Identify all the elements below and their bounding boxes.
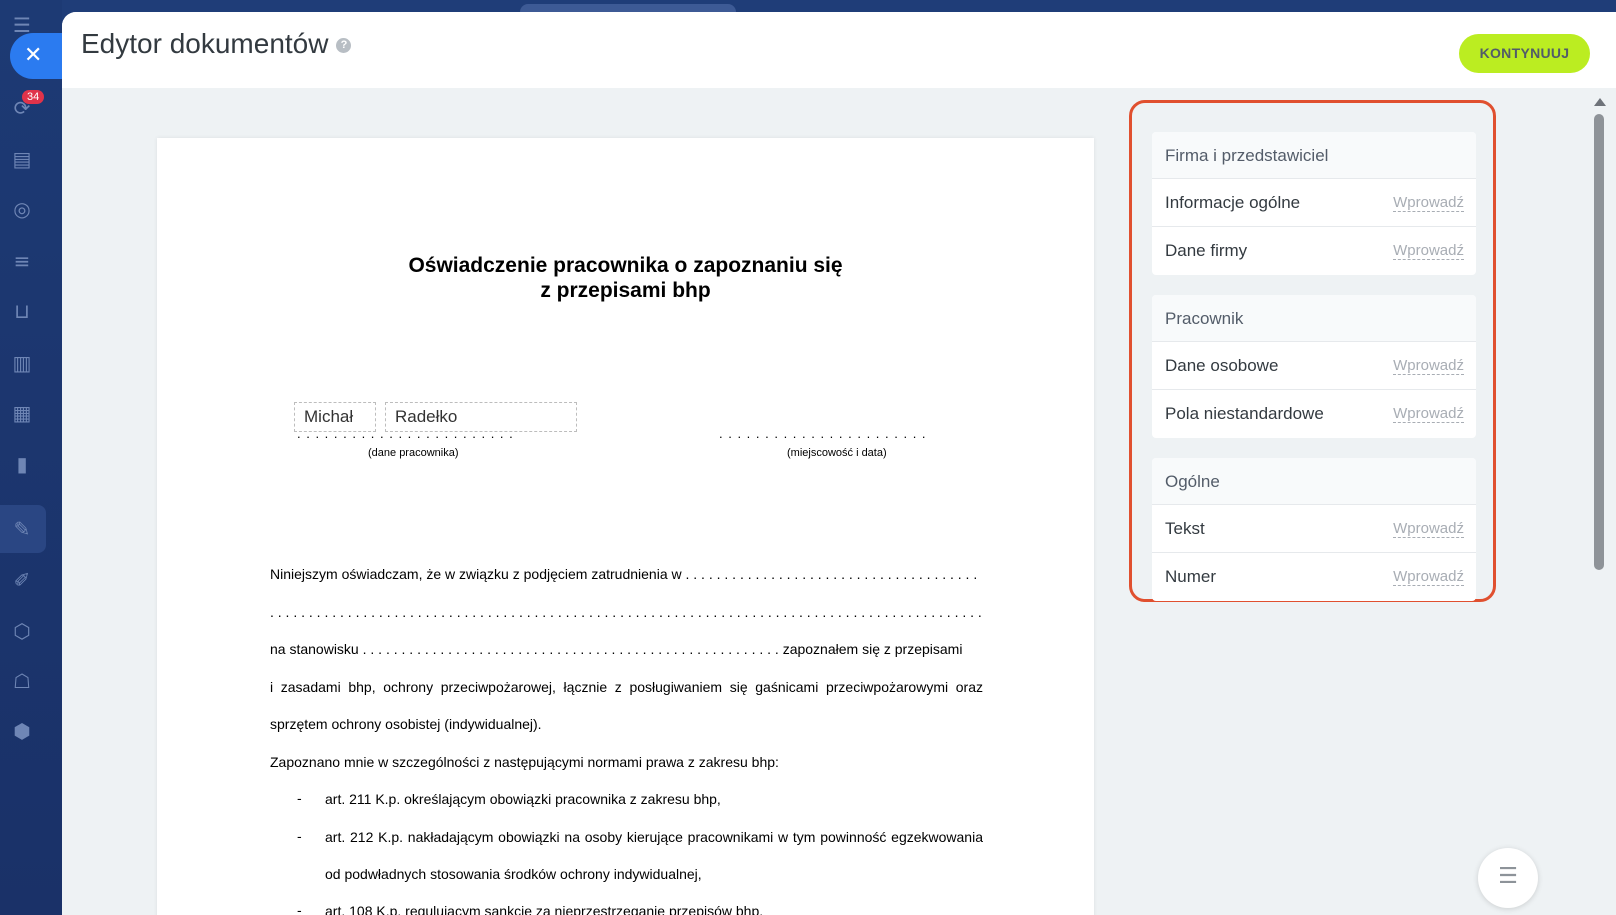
box-icon[interactable]: ⬢ (9, 718, 35, 744)
paragraph-position-start: na stanowisku (270, 641, 359, 657)
filter-icon[interactable]: ≡ (9, 248, 35, 274)
robot-icon[interactable]: ☖ (9, 668, 35, 694)
group-company: Firma i przedstawiciel Informacje ogólne… (1152, 132, 1476, 275)
scrollbar-thumb[interactable] (1594, 114, 1604, 570)
bullet-art-212-line2: od podwładnych stosowania środków ochron… (325, 866, 702, 882)
pen-icon[interactable]: ✐ (9, 567, 35, 593)
enter-link[interactable]: Wprowadź (1393, 242, 1464, 260)
paragraph-dots-line: . . . . . . . . . . . . . . . . . . . . … (270, 604, 983, 620)
field-label: Informacje ogólne (1165, 192, 1301, 212)
bullet-mark: - (297, 828, 302, 844)
field-label: Numer (1165, 567, 1217, 586)
bullet-art-108: art. 108 K.p. regulującym sankcje za nie… (325, 903, 764, 915)
help-icon[interactable]: ? (336, 38, 352, 54)
continue-button[interactable]: KONTYNUUJ (1459, 34, 1590, 73)
enter-link[interactable]: Wprowadź (1393, 568, 1464, 586)
close-icon[interactable]: ✕ (10, 33, 66, 79)
enter-link[interactable]: Wprowadź (1393, 194, 1464, 212)
paragraph-rules: i zasadami bhp, ochrony przeciwpożarowej… (270, 679, 983, 695)
page-title: Edytor dokumentów? (81, 28, 352, 60)
group-header: Ogólne (1152, 458, 1476, 505)
paragraph-norms-intro: Zapoznano mnie w szczególności z następu… (270, 754, 779, 770)
group-header: Pracownik (1152, 295, 1476, 342)
group-header: Firma i przedstawiciel (1152, 132, 1476, 179)
paragraph-position: na stanowisku . . . . . . . . . . . . . … (270, 640, 983, 658)
editor-header: Edytor dokumentów? KONTYNUUJ (62, 12, 1616, 88)
calendar-icon[interactable]: ▦ (9, 400, 35, 426)
place-date-caption: (miejscowość i data) (787, 447, 887, 459)
left-rail: ☰ ⟳ 34 ▤ ◎ ≡ ⊔ ▥ ▦ ▮ ✎ ✐ ⬡ ☖ ⬢ (0, 0, 62, 915)
field-row-company-data[interactable]: Dane firmy Wprowadź (1152, 227, 1476, 275)
bullet-mark: - (297, 790, 302, 806)
field-label: Pola niestandardowe (1165, 404, 1324, 423)
document-title-line1: Oświadczenie pracownika o zapoznaniu się (408, 254, 843, 277)
field-row-custom-fields[interactable]: Pola niestandardowe Wprowadź (1152, 390, 1476, 438)
document-page: Oświadczenie pracownika o zapoznaniu się… (157, 138, 1094, 915)
bullet-mark: - (297, 902, 302, 915)
paragraph-employment: Niniejszym oświadczam, że w związku z po… (270, 565, 983, 583)
employee-caption: (dane pracownika) (368, 447, 459, 459)
enter-link[interactable]: Wprowadź (1393, 520, 1464, 538)
paragraph-position-end: zapoznałem się z przepisami (782, 641, 963, 657)
page-title-text: Edytor dokumentów (81, 28, 329, 59)
field-row-text[interactable]: Tekst Wprowadź (1152, 505, 1476, 553)
list-menu-icon[interactable]: ☰ (1478, 848, 1538, 908)
document-title-line2: z przepisami bhp (540, 279, 711, 302)
store-icon[interactable]: ▥ (9, 350, 35, 376)
field-label: Dane osobowe (1165, 355, 1279, 375)
paragraph-position-dots: . . . . . . . . . . . . . . . . . . . . … (362, 641, 779, 657)
field-row-general-info[interactable]: Informacje ogólne Wprowadź (1152, 179, 1476, 227)
enter-link[interactable]: Wprowadź (1393, 405, 1464, 423)
field-label: Dane firmy (1165, 241, 1248, 260)
field-row-number[interactable]: Numer Wprowadź (1152, 553, 1476, 601)
group-employee: Pracownik Dane osobowe Wprowadź Pola nie… (1152, 295, 1476, 438)
contact-card-icon[interactable]: ▤ (9, 146, 35, 172)
chart-icon[interactable]: ▮ (9, 451, 35, 477)
paragraph-equipment: sprzętem ochrony osobistej (indywidualne… (270, 716, 542, 732)
cart-icon[interactable]: ⊔ (9, 298, 35, 324)
document-edit-icon[interactable]: ✎ (9, 516, 35, 542)
employee-dots-line: . . . . . . . . . . . . . . . . . . . . … (297, 426, 517, 441)
paragraph-employment-dots: . . . . . . . . . . . . . . . . . . . . … (685, 566, 978, 582)
field-row-personal-data[interactable]: Dane osobowe Wprowadź (1152, 342, 1476, 390)
field-label: Tekst (1165, 518, 1205, 538)
paragraph-employment-text: Niniejszym oświadczam, że w związku z po… (270, 566, 682, 582)
scroll-up-arrow-icon[interactable] (1594, 98, 1606, 106)
target-icon[interactable]: ◎ (9, 196, 35, 222)
scrollbar[interactable] (1592, 98, 1606, 915)
place-date-dots-line: . . . . . . . . . . . . . . . . . . . . … (719, 426, 927, 441)
document-title: Oświadczenie pracownika o zapoznaniu się… (157, 253, 1094, 303)
settings-icon[interactable]: ⬡ (9, 618, 35, 644)
group-general: Ogólne Tekst Wprowadź Numer Wprowadź (1152, 458, 1476, 601)
bullet-art-212-line1: art. 212 K.p. nakładającym obowiązki na … (325, 829, 983, 845)
enter-link[interactable]: Wprowadź (1393, 357, 1464, 375)
bullet-art-211: art. 211 K.p. określającym obowiązki pra… (325, 791, 721, 807)
notification-badge: 34 (22, 90, 45, 104)
